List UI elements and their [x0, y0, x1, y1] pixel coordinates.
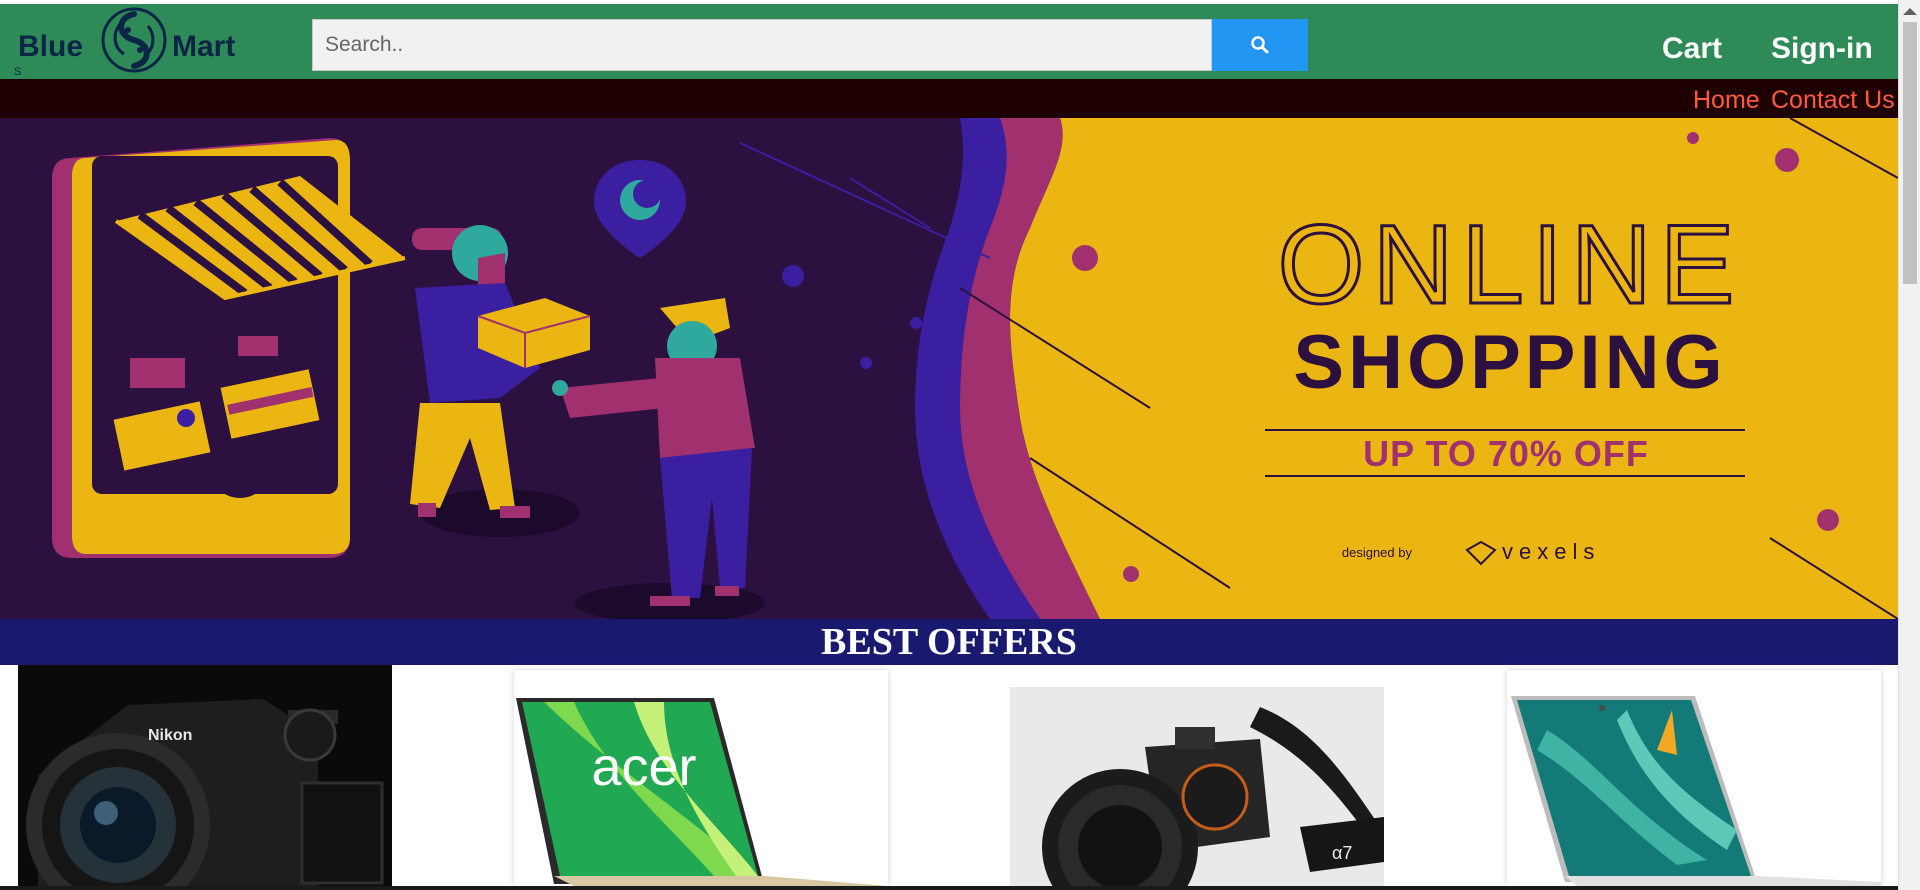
nav-bar: Home Contact Us [0, 79, 1898, 118]
page-scrollbar[interactable] [1898, 0, 1920, 890]
best-offers-bar: BEST OFFERS [0, 619, 1898, 665]
product-image: acer [514, 670, 888, 886]
banner-headline-shopping: SHOPPING [1293, 320, 1726, 405]
page: Blue Mart S Cart Sign-in [0, 0, 1920, 890]
hero-banner[interactable]: ONLINE SHOPPING UP TO 70% OFF designed b… [0, 118, 1898, 619]
best-offers-title: BEST OFFERS [821, 621, 1077, 663]
product-image: α7 [1010, 687, 1384, 886]
signin-link[interactable]: Sign-in [1771, 31, 1873, 67]
product-card-hp-laptop[interactable] [1507, 670, 1881, 886]
product-image: Nikon [18, 665, 392, 886]
site-logo[interactable]: Blue Mart S [14, 4, 254, 84]
logo-small-mark: S [14, 66, 22, 78]
logo-word-left: Blue [18, 30, 84, 63]
search-input[interactable] [312, 19, 1212, 71]
product-card-nikon-camera[interactable]: Nikon [18, 665, 392, 886]
nav-home-link[interactable]: Home [1693, 86, 1760, 114]
product-brand-sony: α7 [1332, 843, 1352, 863]
bottom-edge [0, 886, 1898, 890]
scroll-up-arrow-icon[interactable] [1903, 8, 1917, 15]
logo-emblem-icon [101, 7, 167, 73]
product-brand-nikon: Nikon [148, 727, 192, 744]
nav-contact-link[interactable]: Contact Us [1771, 86, 1895, 114]
search-bar [312, 19, 1308, 71]
banner-offer-text: UP TO 70% OFF [1363, 433, 1649, 474]
cart-link[interactable]: Cart [1662, 31, 1722, 67]
banner-illustration: ONLINE SHOPPING UP TO 70% OFF designed b… [0, 118, 1898, 619]
logo-word-right: Mart [172, 30, 236, 63]
banner-credit-brand: vexels [1502, 539, 1600, 564]
top-header: Blue Mart S Cart Sign-in [0, 4, 1898, 79]
search-button[interactable] [1212, 19, 1308, 71]
product-card-sony-camera[interactable]: α7 [1010, 687, 1384, 886]
search-icon [1251, 36, 1269, 54]
scroll-thumb[interactable] [1903, 22, 1917, 284]
banner-headline-online: ONLINE [1278, 202, 1743, 327]
product-image [1507, 670, 1881, 886]
product-brand-acer: acer [591, 737, 696, 797]
banner-credit-prefix: designed by [1342, 545, 1413, 560]
product-card-acer-laptop[interactable]: acer [514, 670, 888, 886]
